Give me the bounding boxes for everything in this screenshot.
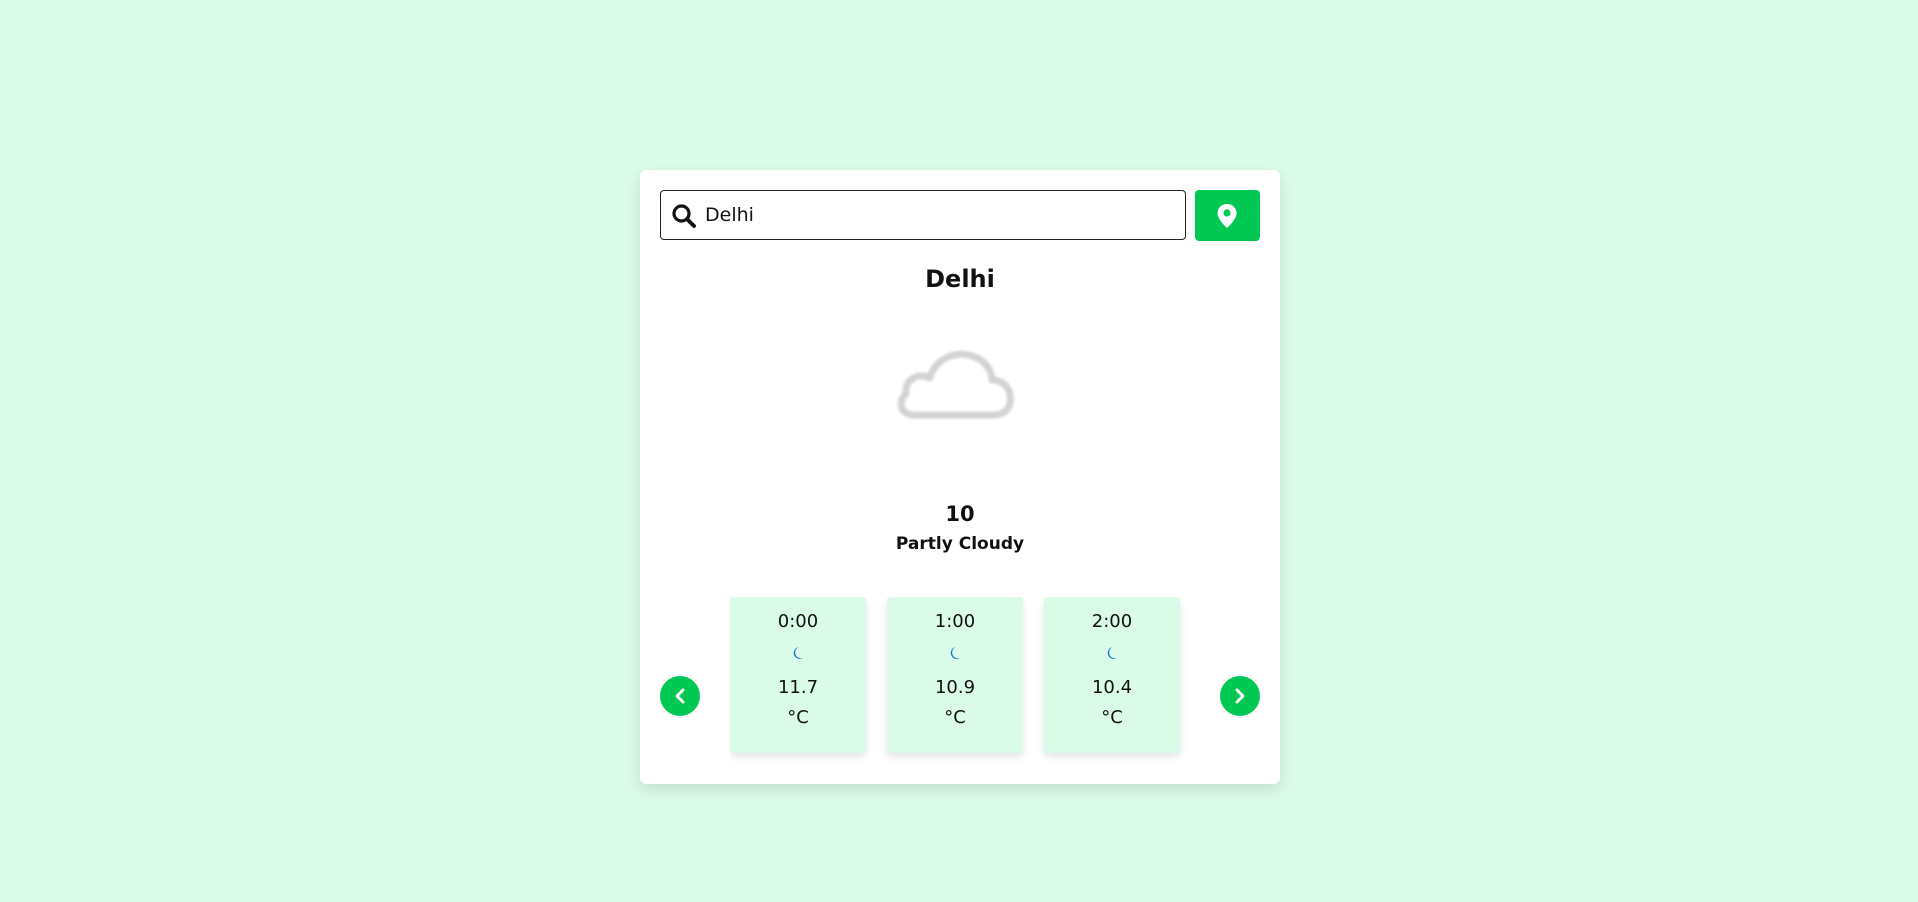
search-row [660, 190, 1260, 242]
hour-card: 0:00 11.7 °C [730, 597, 866, 753]
search-box[interactable] [660, 190, 1186, 240]
chevron-right-icon [1235, 688, 1245, 704]
hour-unit: °C [944, 707, 966, 728]
hour-card: 2:00 10.4 °C [1044, 597, 1180, 753]
hour-unit: °C [787, 707, 809, 728]
moon-icon [1105, 645, 1119, 661]
weather-condition: Partly Cloudy [895, 534, 1025, 554]
moon-icon [948, 645, 962, 661]
hourly-forecast: 0:00 11.7 °C 1:00 10.9 °C 2:00 10.4 °C [730, 597, 1190, 767]
location-pin-icon [1217, 204, 1237, 228]
moon-icon [791, 645, 805, 661]
previous-hours-button[interactable] [660, 676, 700, 716]
search-icon [671, 203, 697, 229]
location-button[interactable] [1195, 190, 1260, 241]
hour-time: 1:00 [934, 611, 976, 632]
weather-card: Delhi 10 Partly Cloudy 0:00 [640, 170, 1280, 784]
partly-cloudy-night-icon [880, 300, 1040, 440]
chevron-left-icon [675, 688, 685, 704]
hour-unit: °C [1101, 707, 1123, 728]
next-hours-button[interactable] [1220, 676, 1260, 716]
hour-time: 0:00 [777, 611, 819, 632]
search-input[interactable] [705, 199, 1165, 231]
hour-temperature: 10.9 [934, 677, 976, 698]
city-name: Delhi [925, 265, 995, 293]
hour-time: 2:00 [1091, 611, 1133, 632]
hour-temperature: 10.4 [1091, 677, 1133, 698]
hour-temperature: 11.7 [777, 677, 819, 698]
hour-card: 1:00 10.9 °C [887, 597, 1023, 753]
current-temperature: 10 [945, 502, 975, 526]
